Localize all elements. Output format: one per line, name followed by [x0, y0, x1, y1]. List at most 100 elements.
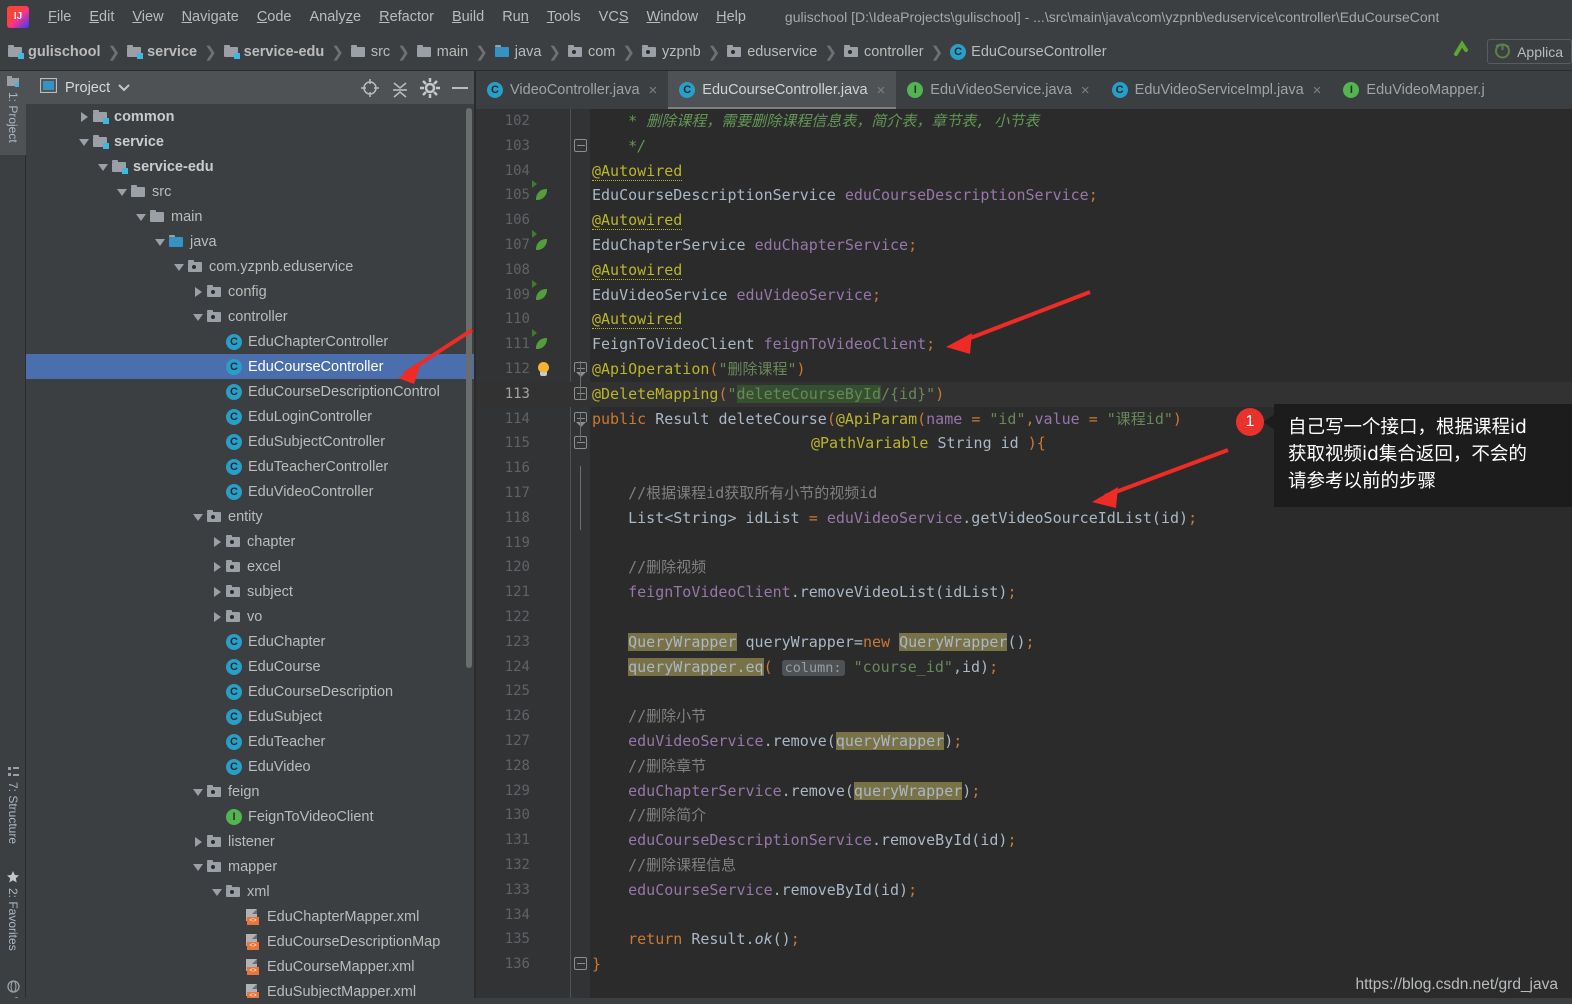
tree-toggle-closed-icon[interactable]	[211, 536, 223, 548]
tree-toggle-open-icon[interactable]	[78, 136, 90, 148]
menu-vcs[interactable]: VCS	[590, 6, 638, 28]
menu-tools[interactable]: Tools	[538, 6, 590, 28]
tree-item[interactable]: I FeignToVideoClient	[26, 804, 475, 829]
tree-item[interactable]: feign	[26, 779, 475, 804]
tree-toggle-open-icon[interactable]	[116, 186, 128, 198]
code-lines[interactable]: 102 * 删除课程，需要删除课程信息表，简介表，章节表, 小节表 103 */1…	[476, 109, 1572, 1004]
code-fold-marker-icon[interactable]	[574, 138, 588, 153]
tree-item[interactable]: C EduChapterController	[26, 329, 475, 354]
tree-item[interactable]: C EduVideo	[26, 754, 475, 779]
code-fold-region-icon[interactable]	[574, 411, 588, 427]
code-line[interactable]: 119	[476, 531, 1572, 556]
code-line[interactable]: 135 return Result.ok();	[476, 927, 1572, 952]
close-icon[interactable]: ×	[649, 82, 658, 99]
tree-item[interactable]: java	[26, 229, 475, 254]
tree-item[interactable]: controller	[26, 304, 475, 329]
breadcrumb-item-eduservice[interactable]: eduservice	[727, 44, 817, 60]
breadcrumb-item-service-edu[interactable]: service-edu	[223, 44, 324, 60]
tree-item[interactable]: <> EduCourseDescriptionMap	[26, 929, 475, 954]
tree-item[interactable]: com.yzpnb.eduservice	[26, 254, 475, 279]
code-line[interactable]: 132 //删除课程信息	[476, 853, 1572, 878]
tree-toggle-open-icon[interactable]	[211, 886, 223, 898]
close-icon[interactable]: ×	[1313, 82, 1322, 99]
code-line[interactable]: 110 @Autowired	[476, 307, 1572, 332]
collapse-arrow-icon[interactable]	[1451, 38, 1473, 65]
sidebar-tab-project[interactable]: 1: Project	[0, 71, 26, 155]
code-line[interactable]: 123 QueryWrapper queryWrapper=new QueryW…	[476, 630, 1572, 655]
menu-analyze[interactable]: Analyze	[301, 6, 371, 28]
close-icon[interactable]: ×	[1081, 82, 1090, 99]
code-line[interactable]: 102 * 删除课程，需要删除课程信息表，简介表，章节表, 小节表	[476, 109, 1572, 134]
code-line[interactable]: 125	[476, 679, 1572, 704]
locate-icon[interactable]	[355, 73, 385, 103]
code-line[interactable]: 109 EduVideoService eduVideoService;	[476, 279, 1572, 308]
breadcrumb-item-main[interactable]: main	[416, 44, 468, 60]
code-line[interactable]: 127 eduVideoService.remove(queryWrapper)…	[476, 729, 1572, 754]
collapse-all-icon[interactable]	[385, 73, 415, 103]
tree-toggle-open-icon[interactable]	[192, 861, 204, 873]
breadcrumb-item-yzpnb[interactable]: yzpnb	[641, 44, 701, 60]
tree-toggle-closed-icon[interactable]	[211, 611, 223, 623]
tree-toggle-closed-icon[interactable]	[78, 111, 90, 123]
code-fold-marker-icon[interactable]	[574, 957, 588, 971]
menu-run[interactable]: Run	[493, 6, 538, 28]
tree-item[interactable]: C EduSubjectController	[26, 429, 475, 454]
tree-toggle-open-icon[interactable]	[97, 161, 109, 173]
tree-item[interactable]: C EduTeacher	[26, 729, 475, 754]
breadcrumb-item-src[interactable]: src	[350, 44, 390, 60]
tree-item[interactable]: C EduChapter	[26, 629, 475, 654]
tree-toggle-closed-icon[interactable]	[192, 286, 204, 298]
project-tree[interactable]: common service service-edu src main java com.y…	[26, 104, 475, 1004]
tree-toggle-open-icon[interactable]	[154, 236, 166, 248]
code-line[interactable]: 106 @Autowired	[476, 208, 1572, 233]
project-tree-scrollbar[interactable]	[466, 108, 472, 668]
tree-item[interactable]: C EduCourseDescriptionControl	[26, 379, 475, 404]
code-line[interactable]: 111 FeignToVideoClient feignToVideoClient…	[476, 329, 1572, 357]
tree-toggle-open-icon[interactable]	[192, 311, 204, 323]
tree-item[interactable]: excel	[26, 554, 475, 579]
code-fold-marker-icon[interactable]	[574, 386, 588, 401]
menu-code[interactable]: Code	[248, 6, 301, 28]
run-configuration-selector[interactable]: Applica	[1487, 39, 1572, 64]
tree-item[interactable]: C EduCourse	[26, 654, 475, 679]
breadcrumb-item-java[interactable]: java	[494, 44, 541, 60]
code-line[interactable]: 104 @Autowired	[476, 159, 1572, 184]
tree-item[interactable]: chapter	[26, 529, 475, 554]
tree-item[interactable]: config	[26, 279, 475, 304]
gear-icon[interactable]	[415, 73, 445, 103]
code-line[interactable]: 136}	[476, 952, 1572, 977]
code-line[interactable]: 105 EduCourseDescriptionService eduCourse…	[476, 180, 1572, 208]
breadcrumb-item-com[interactable]: com	[567, 44, 615, 60]
code-line[interactable]: 120 //删除视频	[476, 555, 1572, 580]
tree-item[interactable]: common	[26, 104, 475, 129]
tree-item[interactable]: C EduCourseDescription	[26, 679, 475, 704]
code-line[interactable]: 108 @Autowired	[476, 258, 1572, 283]
tree-toggle-closed-icon[interactable]	[211, 586, 223, 598]
tree-toggle-open-icon[interactable]	[173, 261, 185, 273]
editor-tab-eduvideomapper-j[interactable]: I EduVideoMapper.j	[1332, 71, 1495, 109]
code-line[interactable]: 133 eduCourseService.removeById(id);	[476, 878, 1572, 903]
tree-item[interactable]: listener	[26, 829, 475, 854]
tree-item-selected[interactable]: C EduCourseController	[26, 354, 475, 379]
minimize-icon[interactable]	[445, 73, 475, 103]
chevron-down-icon[interactable]	[118, 79, 130, 97]
tree-item[interactable]: src	[26, 179, 475, 204]
tree-item[interactable]: subject	[26, 579, 475, 604]
tree-toggle-open-icon[interactable]	[192, 511, 204, 523]
tree-item[interactable]: service-edu	[26, 154, 475, 179]
code-line[interactable]: 107 EduChapterService eduChapterService;	[476, 229, 1572, 258]
tree-item[interactable]: vo	[26, 604, 475, 629]
tree-item[interactable]: service	[26, 129, 475, 154]
breadcrumb-item-educoursecontroller[interactable]: C EduCourseController	[950, 43, 1107, 60]
code-line[interactable]: 113 @DeleteMapping("deleteCourseById/{id}…	[476, 381, 1572, 407]
code-line[interactable]: 128 //删除章节	[476, 754, 1572, 779]
tree-toggle-open-icon[interactable]	[192, 786, 204, 798]
editor-tab-videocontroller-java[interactable]: C VideoController.java ×	[476, 71, 668, 109]
breadcrumb-item-controller[interactable]: controller	[843, 44, 924, 60]
code-line[interactable]: 112 @ApiOperation("删除课程")	[476, 357, 1572, 382]
menu-help[interactable]: Help	[707, 6, 755, 28]
code-editor[interactable]: 102 * 删除课程，需要删除课程信息表，简介表，章节表, 小节表 103 */1…	[476, 109, 1572, 1004]
code-line[interactable]: 122	[476, 605, 1572, 630]
breadcrumb-item-service[interactable]: service	[127, 44, 197, 60]
tree-item[interactable]: xml	[26, 879, 475, 904]
